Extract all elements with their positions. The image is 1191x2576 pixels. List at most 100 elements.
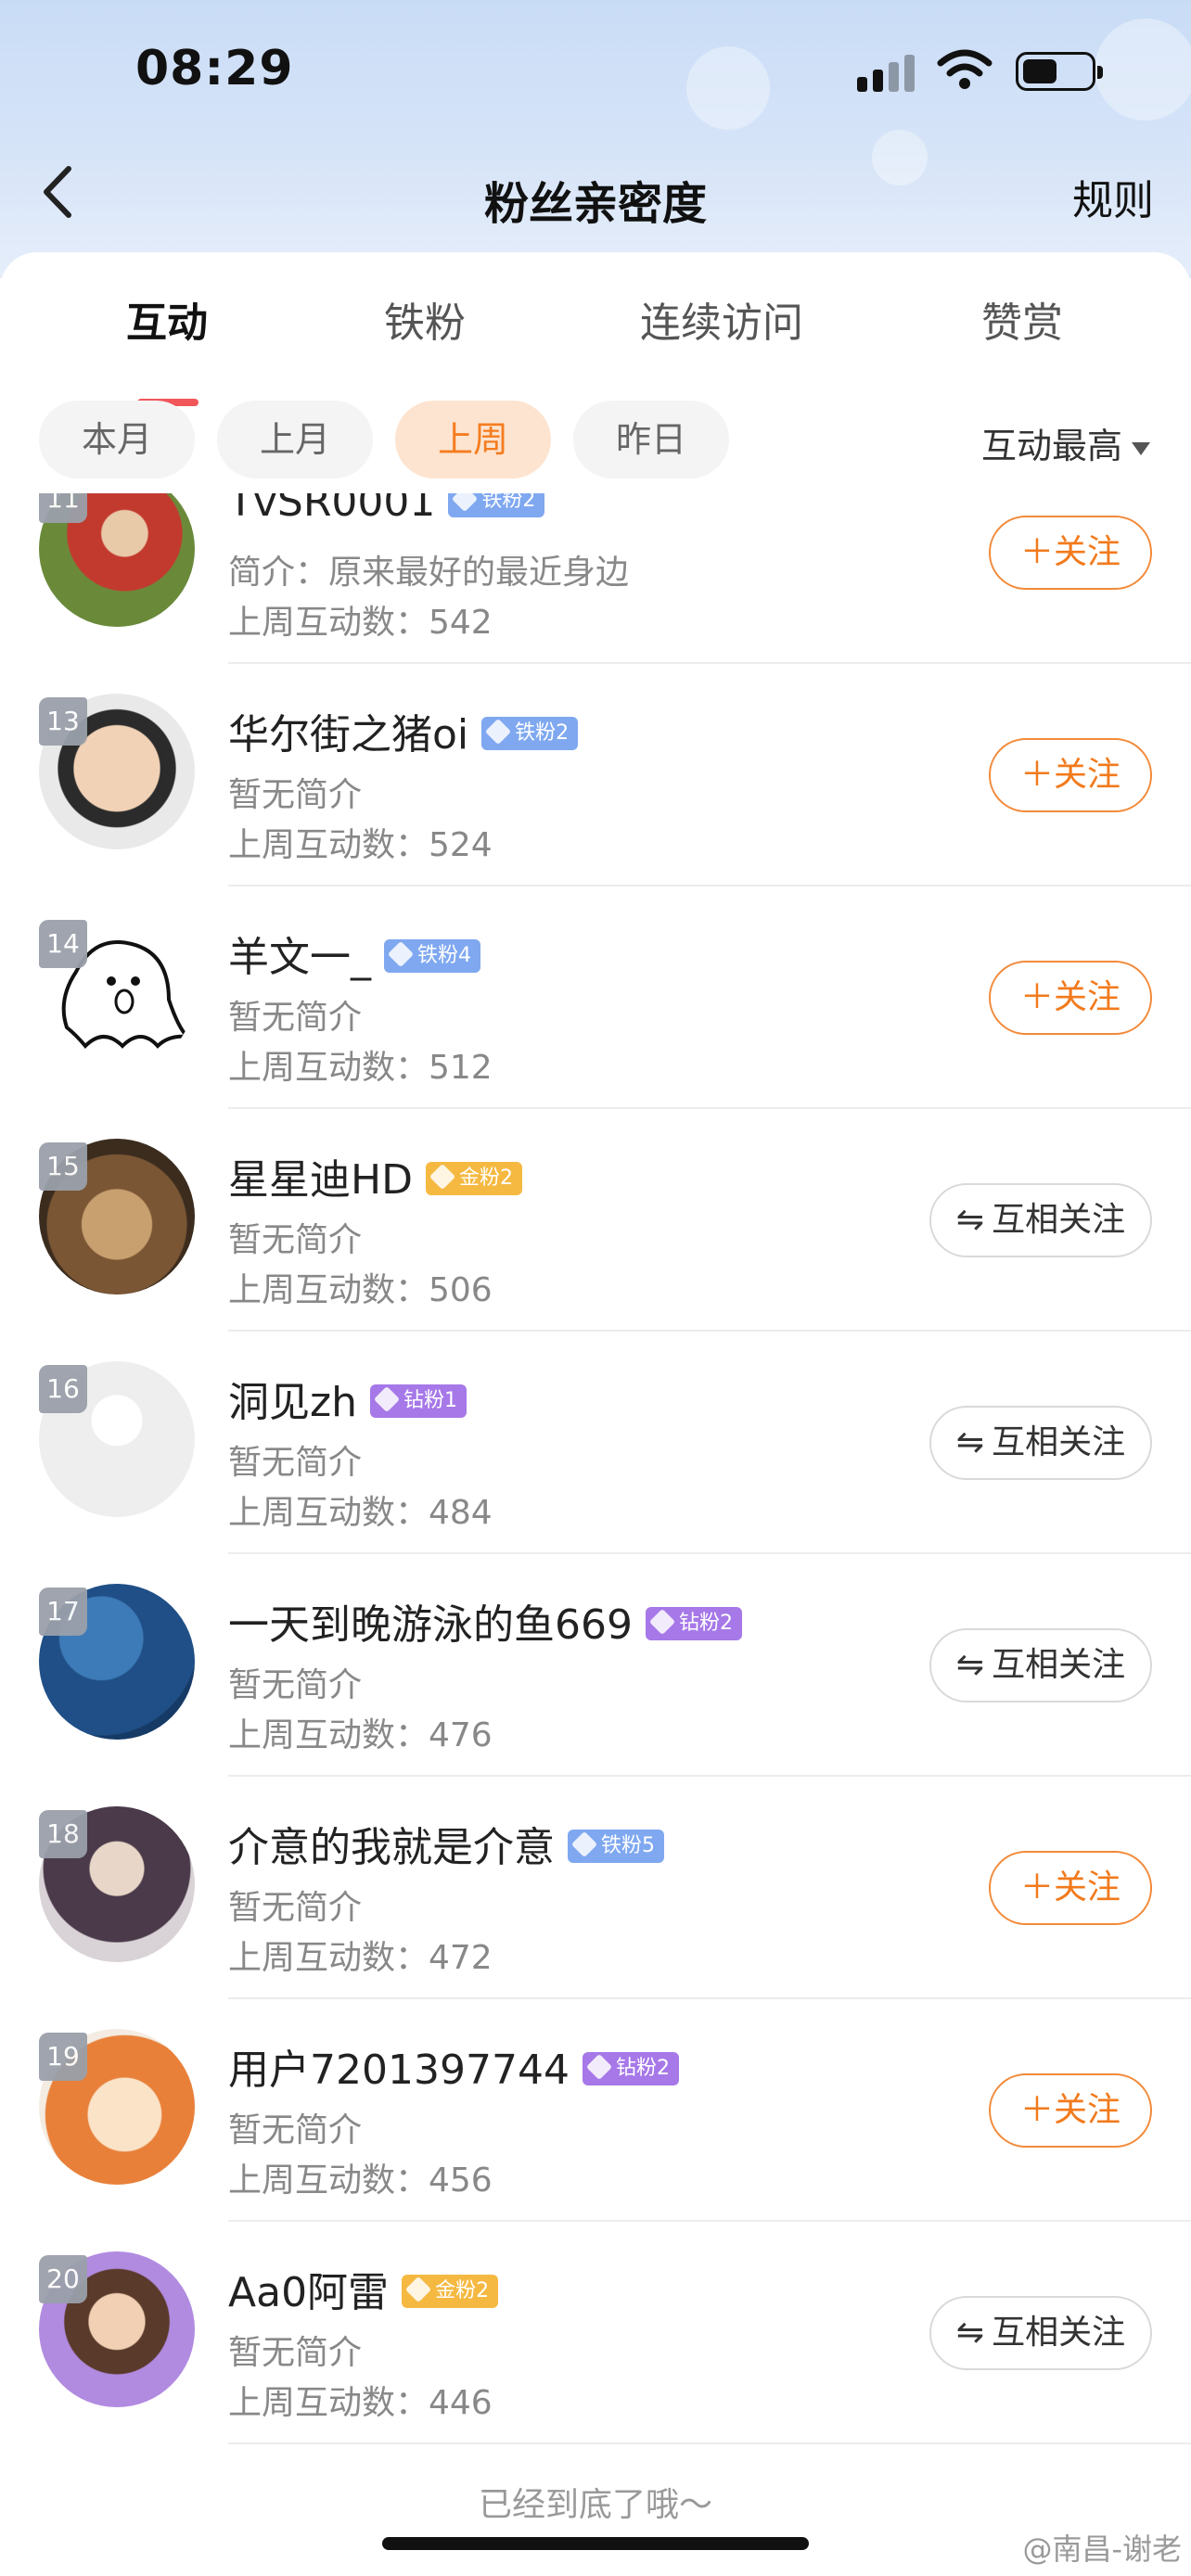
fan-name[interactable]: 介意的我就是介意 铁粉5 xyxy=(228,1814,664,1873)
filter-last-month[interactable]: 上月 xyxy=(217,401,373,478)
filter-this-month[interactable]: 本月 xyxy=(39,401,195,478)
fan-name[interactable]: 洞见zh 钻粉1 xyxy=(228,1369,467,1428)
mutual-follow-button[interactable]: ⇋ 互相关注 xyxy=(929,2296,1152,2370)
swap-arrows-icon: ⇋ xyxy=(955,1423,985,1461)
fan-level-label: 铁粉4 xyxy=(417,944,471,967)
fan-name[interactable]: 羊文一_ 铁粉4 xyxy=(228,924,480,983)
rank-badge: 14 xyxy=(39,920,87,968)
diamond-icon xyxy=(373,1385,401,1413)
diamond-icon xyxy=(452,493,479,513)
follow-button[interactable]: ＋关注 xyxy=(989,1851,1152,1925)
fan-level-label: 铁粉5 xyxy=(601,1834,655,1857)
fan-level-badge: 铁粉2 xyxy=(448,493,545,517)
fan-name[interactable]: Aa0阿雷 金粉2 xyxy=(228,2259,499,2318)
list-item[interactable]: 15 星星迪HD 金粉2 暂无简介 上周互动数：506 ⇋ 互相关注 xyxy=(0,1109,1191,1332)
interaction-count: 上周互动数：506 xyxy=(228,1271,493,1309)
rank-badge: 15 xyxy=(39,1142,87,1191)
follow-button[interactable]: ＋关注 xyxy=(989,2073,1152,2148)
fan-level-label: 金粉2 xyxy=(435,2279,490,2302)
mutual-follow-button[interactable]: ⇋ 互相关注 xyxy=(929,1183,1152,1257)
rank-badge: 16 xyxy=(39,1365,87,1413)
sort-label: 互动最高 xyxy=(980,426,1122,466)
status-time: 08:29 xyxy=(135,41,294,96)
diamond-icon xyxy=(404,2276,432,2303)
interaction-count: 上周互动数：476 xyxy=(228,1716,493,1754)
list-item[interactable]: 13 华尔街之猪oi 铁粉2 暂无简介 上周互动数：524 ＋关注 xyxy=(0,664,1191,886)
tab-iron-fans[interactable]: 铁粉 xyxy=(384,289,466,349)
fan-intro: 暂无简介 xyxy=(228,1889,363,1927)
fan-level-badge: 铁粉4 xyxy=(384,939,480,973)
page-title: 粉丝亲密度 xyxy=(483,178,707,230)
fan-level-badge: 钻粉1 xyxy=(369,1384,467,1418)
row-divider xyxy=(228,2442,1191,2444)
wifi-icon xyxy=(937,49,992,89)
filter-last-week[interactable]: 上周 xyxy=(395,401,551,478)
interaction-count: 上周互动数：512 xyxy=(228,1049,493,1087)
fan-name[interactable]: TvSR0001 铁粉2 xyxy=(228,493,545,526)
filter-yesterday[interactable]: 昨日 xyxy=(573,401,729,478)
diamond-icon xyxy=(648,1608,676,1636)
fan-list-viewport[interactable]: 11 TvSR0001 铁粉2 简介：原来最好的最近身边 上周互动数：542 ＋关… xyxy=(0,493,1191,2496)
swap-arrows-icon: ⇋ xyxy=(955,2314,985,2352)
fan-name-text: 用户7201397744 xyxy=(228,2047,570,2094)
nav-bar: 粉丝亲密度 规则 xyxy=(0,148,1191,241)
sort-dropdown[interactable]: 互动最高 xyxy=(981,417,1150,468)
tab-rewards[interactable]: 赞赏 xyxy=(981,289,1063,349)
tab-consecutive-visits[interactable]: 连续访问 xyxy=(640,289,803,349)
fan-level-badge: 铁粉5 xyxy=(568,1830,664,1863)
follow-button[interactable]: ＋关注 xyxy=(989,961,1152,1035)
swap-arrows-icon: ⇋ xyxy=(955,1646,985,1684)
fan-level-badge: 金粉2 xyxy=(425,1162,522,1195)
fan-name[interactable]: 一天到晚游泳的鱼669 钻粉2 xyxy=(228,1591,742,1651)
list-item[interactable]: 18 介意的我就是介意 铁粉5 暂无简介 上周互动数：472 ＋关注 xyxy=(0,1777,1191,1999)
home-indicator[interactable] xyxy=(382,2537,809,2550)
tab-interaction[interactable]: 互动 xyxy=(126,289,208,349)
mutual-follow-button[interactable]: ⇋ 互相关注 xyxy=(929,1406,1152,1480)
fan-level-label: 钻粉2 xyxy=(678,1612,733,1635)
follow-button[interactable]: ＋关注 xyxy=(989,516,1152,590)
fan-level-label: 钻粉1 xyxy=(403,1389,457,1412)
triangle-down-icon xyxy=(1132,441,1150,455)
diamond-icon xyxy=(429,1163,456,1191)
fan-intro: 暂无简介 xyxy=(228,1666,363,1704)
fan-name[interactable]: 用户7201397744 钻粉2 xyxy=(228,2036,679,2096)
mutual-follow-label: 互相关注 xyxy=(992,1423,1126,1461)
list-item[interactable]: 16 洞见zh 钻粉1 暂无简介 上周互动数：484 ⇋ 互相关注 xyxy=(0,1332,1191,1554)
interaction-count: 上周互动数：446 xyxy=(228,2384,493,2422)
list-item[interactable]: 19 用户7201397744 钻粉2 暂无简介 上周互动数：456 ＋关注 xyxy=(0,1999,1191,2222)
rules-link[interactable]: 规则 xyxy=(1072,167,1154,226)
list-item[interactable]: 17 一天到晚游泳的鱼669 钻粉2 暂无简介 上周互动数：476 ⇋ 互相关注 xyxy=(0,1554,1191,1777)
fan-intro: 暂无简介 xyxy=(228,1444,363,1482)
list-item[interactable]: 11 TvSR0001 铁粉2 简介：原来最好的最近身边 上周互动数：542 ＋关… xyxy=(0,493,1191,664)
fan-name-text: 羊文一_ xyxy=(228,934,371,981)
follow-button[interactable]: ＋关注 xyxy=(989,738,1152,812)
battery-icon xyxy=(1016,52,1103,91)
fan-level-label: 铁粉2 xyxy=(481,493,536,512)
fan-name-text: 洞见zh xyxy=(228,1379,357,1426)
rank-badge: 20 xyxy=(39,2255,87,2303)
fan-intro: 暂无简介 xyxy=(228,776,363,814)
diamond-icon xyxy=(585,2053,613,2081)
fan-level-badge: 钻粉2 xyxy=(645,1607,742,1640)
fan-name-text: 华尔街之猪oi xyxy=(228,711,469,759)
crown-icon xyxy=(485,718,512,746)
fan-list: 11 TvSR0001 铁粉2 简介：原来最好的最近身边 上周互动数：542 ＋关… xyxy=(0,493,1191,2444)
watermark: @南昌-谢老 xyxy=(1022,2531,1182,2567)
fan-name[interactable]: 华尔街之猪oi 铁粉2 xyxy=(228,701,579,760)
list-item[interactable]: 20 Aa0阿雷 金粉2 暂无简介 上周互动数：446 ⇋ 互相关注 xyxy=(0,2222,1191,2444)
end-of-list-note: 已经到底了哦～ xyxy=(478,2486,712,2524)
diamond-icon xyxy=(387,940,415,968)
interaction-count: 上周互动数：484 xyxy=(228,1494,493,1532)
mutual-follow-button[interactable]: ⇋ 互相关注 xyxy=(929,1628,1152,1702)
swap-arrows-icon: ⇋ xyxy=(955,1201,985,1239)
fan-level-label: 金粉2 xyxy=(458,1167,513,1190)
fan-level-label: 铁粉2 xyxy=(515,721,570,745)
rank-badge: 19 xyxy=(39,2033,87,2081)
list-item[interactable]: 14 羊文一_ 铁粉4 暂无简介 上周互动数：512 ＋关注 xyxy=(0,886,1191,1109)
fan-name[interactable]: 星星迪HD 金粉2 xyxy=(228,1146,522,1205)
fan-intro: 暂无简介 xyxy=(228,1221,363,1259)
fan-level-badge: 铁粉2 xyxy=(481,717,579,750)
mutual-follow-label: 互相关注 xyxy=(992,1201,1126,1239)
rank-badge: 13 xyxy=(39,697,87,746)
fan-intro: 暂无简介 xyxy=(228,999,363,1037)
